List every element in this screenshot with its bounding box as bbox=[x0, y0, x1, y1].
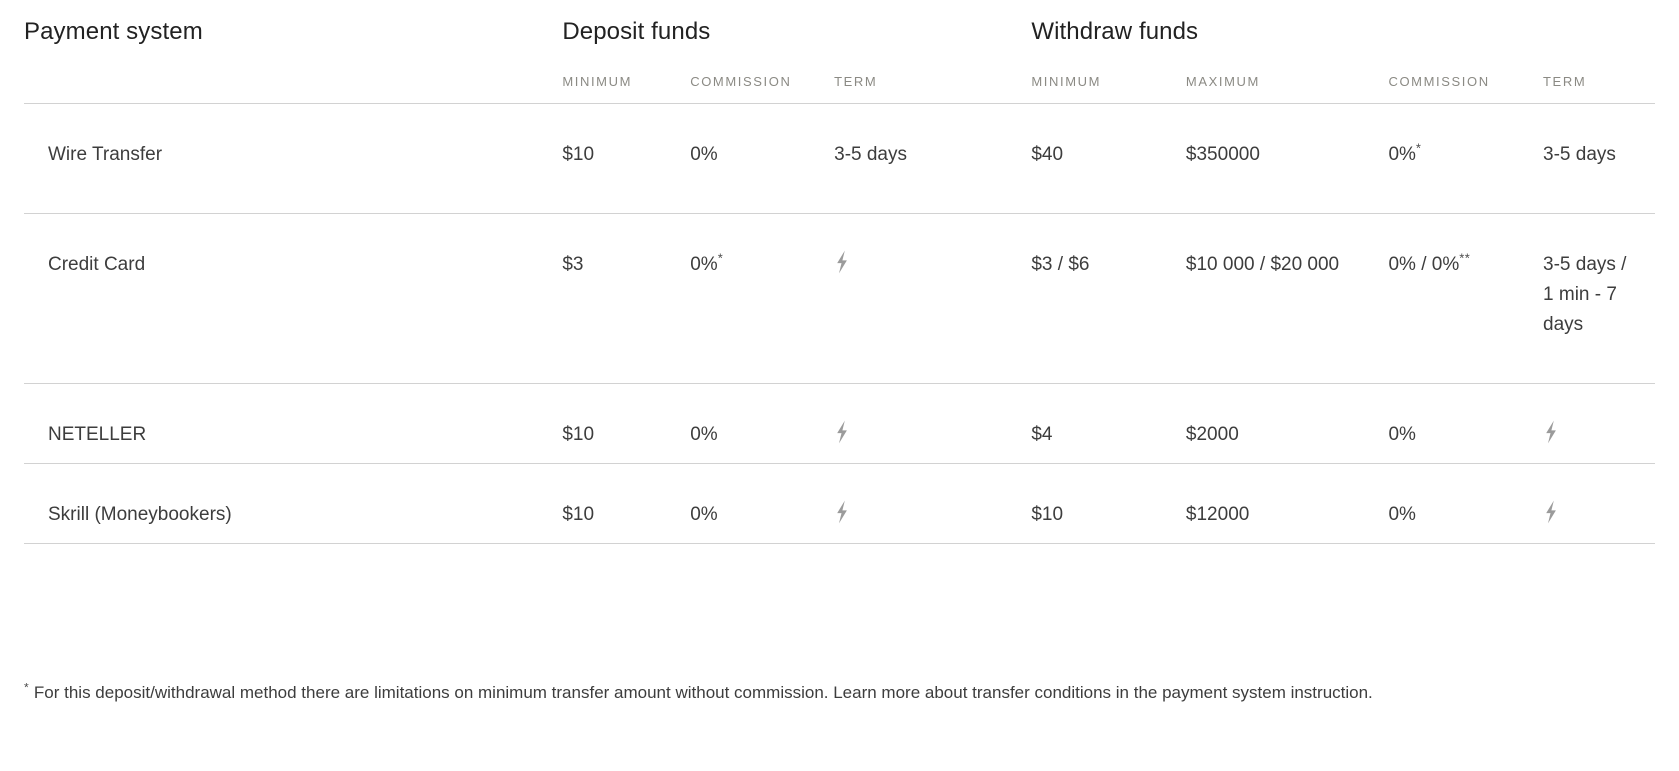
cell-payment-system: Credit Card bbox=[24, 213, 563, 384]
deposit-commission-value: 0% bbox=[690, 144, 718, 165]
cell-withdraw-maximum: $12000 bbox=[1185, 463, 1389, 544]
cell-withdraw-maximum: $2000 bbox=[1185, 383, 1389, 464]
deposit-commission-footnote-mark: * bbox=[717, 250, 724, 266]
cell-withdraw-commission: 0% / 0%** bbox=[1388, 213, 1544, 384]
cell-withdraw-minimum: $10 bbox=[1031, 463, 1186, 544]
subheader-withdraw-minimum: MINIMUM bbox=[1031, 74, 1102, 89]
withdraw-commission-value: 0% bbox=[1388, 144, 1416, 165]
cell-deposit-term bbox=[834, 383, 1032, 464]
table-row: NETELLER $10 0% $4 $2000 0% bbox=[24, 383, 1655, 464]
cell-withdraw-maximum: $350000 bbox=[1185, 103, 1389, 214]
payment-systems-table: Payment system Deposit funds Withdraw fu… bbox=[24, 0, 1655, 544]
cell-deposit-minimum: $10 bbox=[562, 463, 691, 544]
group-header-withdraw-funds: Withdraw funds bbox=[1031, 0, 1655, 46]
subheader-deposit-term: TERM bbox=[834, 74, 878, 89]
withdraw-commission-value: 0% bbox=[1388, 504, 1416, 525]
subheader-deposit-commission: COMMISSION bbox=[690, 74, 792, 89]
group-title-payment-system: Payment system bbox=[24, 18, 203, 45]
cell-withdraw-term: 3-5 days bbox=[1543, 103, 1655, 214]
cell-deposit-minimum: $10 bbox=[562, 383, 691, 464]
cell-deposit-term bbox=[834, 463, 1032, 544]
cell-deposit-minimum: $3 bbox=[562, 213, 691, 384]
cell-withdraw-minimum: $3 / $6 bbox=[1031, 213, 1186, 384]
deposit-commission-value: 0% bbox=[690, 254, 718, 275]
group-title-deposit-funds: Deposit funds bbox=[562, 18, 711, 45]
withdraw-term-value: 3-5 days / 1 min - 7 days bbox=[1543, 254, 1627, 335]
footnote-mark: * bbox=[24, 680, 30, 695]
cell-deposit-commission: 0%* bbox=[690, 213, 835, 384]
cell-withdraw-minimum: $40 bbox=[1031, 103, 1186, 214]
cell-withdraw-commission: 0% bbox=[1388, 463, 1544, 544]
footnote-text: For this deposit/withdrawal method there… bbox=[33, 683, 1373, 702]
cell-payment-system: Wire Transfer bbox=[24, 103, 563, 214]
subheader-row: MINIMUM COMMISSION TERM MINIMUM MAXIMUM … bbox=[24, 46, 1655, 104]
table-row: Credit Card $3 0%* $3 / $6 $10 000 / $20… bbox=[24, 213, 1655, 384]
cell-payment-system: NETELLER bbox=[24, 383, 563, 464]
cell-withdraw-commission: 0% bbox=[1388, 383, 1544, 464]
deposit-term-value: 3-5 days bbox=[834, 144, 907, 165]
subheader-withdraw-commission: COMMISSION bbox=[1388, 74, 1490, 89]
cell-deposit-commission: 0% bbox=[690, 103, 835, 214]
cell-withdraw-maximum: $10 000 / $20 000 bbox=[1185, 213, 1389, 384]
group-title-withdraw-funds: Withdraw funds bbox=[1031, 18, 1199, 45]
cell-deposit-term: 3-5 days bbox=[834, 103, 1032, 214]
withdraw-term-value: 3-5 days bbox=[1543, 144, 1616, 165]
footnote: * For this deposit/withdrawal method the… bbox=[24, 677, 1614, 709]
group-header-row: Payment system Deposit funds Withdraw fu… bbox=[24, 0, 1655, 46]
table-head: Payment system Deposit funds Withdraw fu… bbox=[24, 0, 1655, 104]
group-header-deposit-funds: Deposit funds bbox=[562, 0, 1031, 46]
lightning-bolt-icon bbox=[1543, 420, 1559, 444]
cell-deposit-minimum: $10 bbox=[562, 103, 691, 214]
group-header-payment-system: Payment system bbox=[24, 0, 562, 46]
cell-deposit-commission: 0% bbox=[690, 463, 835, 544]
cell-withdraw-commission: 0%* bbox=[1388, 103, 1544, 214]
lightning-bolt-icon bbox=[834, 420, 850, 444]
cell-payment-system: Skrill (Moneybookers) bbox=[24, 463, 563, 544]
payment-systems-page: Payment system Deposit funds Withdraw fu… bbox=[0, 0, 1679, 771]
table-body: Wire Transfer $10 0% 3-5 days $40 $35000… bbox=[24, 103, 1655, 544]
lightning-bolt-icon bbox=[834, 250, 850, 274]
cell-withdraw-term bbox=[1543, 463, 1655, 544]
deposit-commission-value: 0% bbox=[690, 504, 718, 525]
table-row: Wire Transfer $10 0% 3-5 days $40 $35000… bbox=[24, 103, 1655, 214]
lightning-bolt-icon bbox=[834, 500, 850, 524]
withdraw-commission-footnote-mark: ** bbox=[1459, 250, 1471, 266]
subheader-withdraw-maximum: MAXIMUM bbox=[1185, 74, 1260, 89]
cell-withdraw-term bbox=[1543, 383, 1655, 464]
withdraw-commission-value: 0% bbox=[1388, 424, 1416, 445]
withdraw-commission-value: 0% / 0% bbox=[1388, 254, 1460, 275]
cell-deposit-term bbox=[834, 213, 1032, 384]
subheader-withdraw-term: TERM bbox=[1543, 74, 1587, 89]
subheader-deposit-minimum: MINIMUM bbox=[562, 74, 632, 89]
table-row: Skrill (Moneybookers) $10 0% $10 $12000 … bbox=[24, 463, 1655, 544]
cell-withdraw-minimum: $4 bbox=[1031, 383, 1186, 464]
cell-withdraw-term: 3-5 days / 1 min - 7 days bbox=[1543, 213, 1655, 384]
subheader-spacer bbox=[24, 46, 562, 104]
cell-deposit-commission: 0% bbox=[690, 383, 835, 464]
withdraw-commission-footnote-mark: * bbox=[1415, 140, 1422, 156]
deposit-commission-value: 0% bbox=[690, 424, 718, 445]
lightning-bolt-icon bbox=[1543, 500, 1559, 524]
